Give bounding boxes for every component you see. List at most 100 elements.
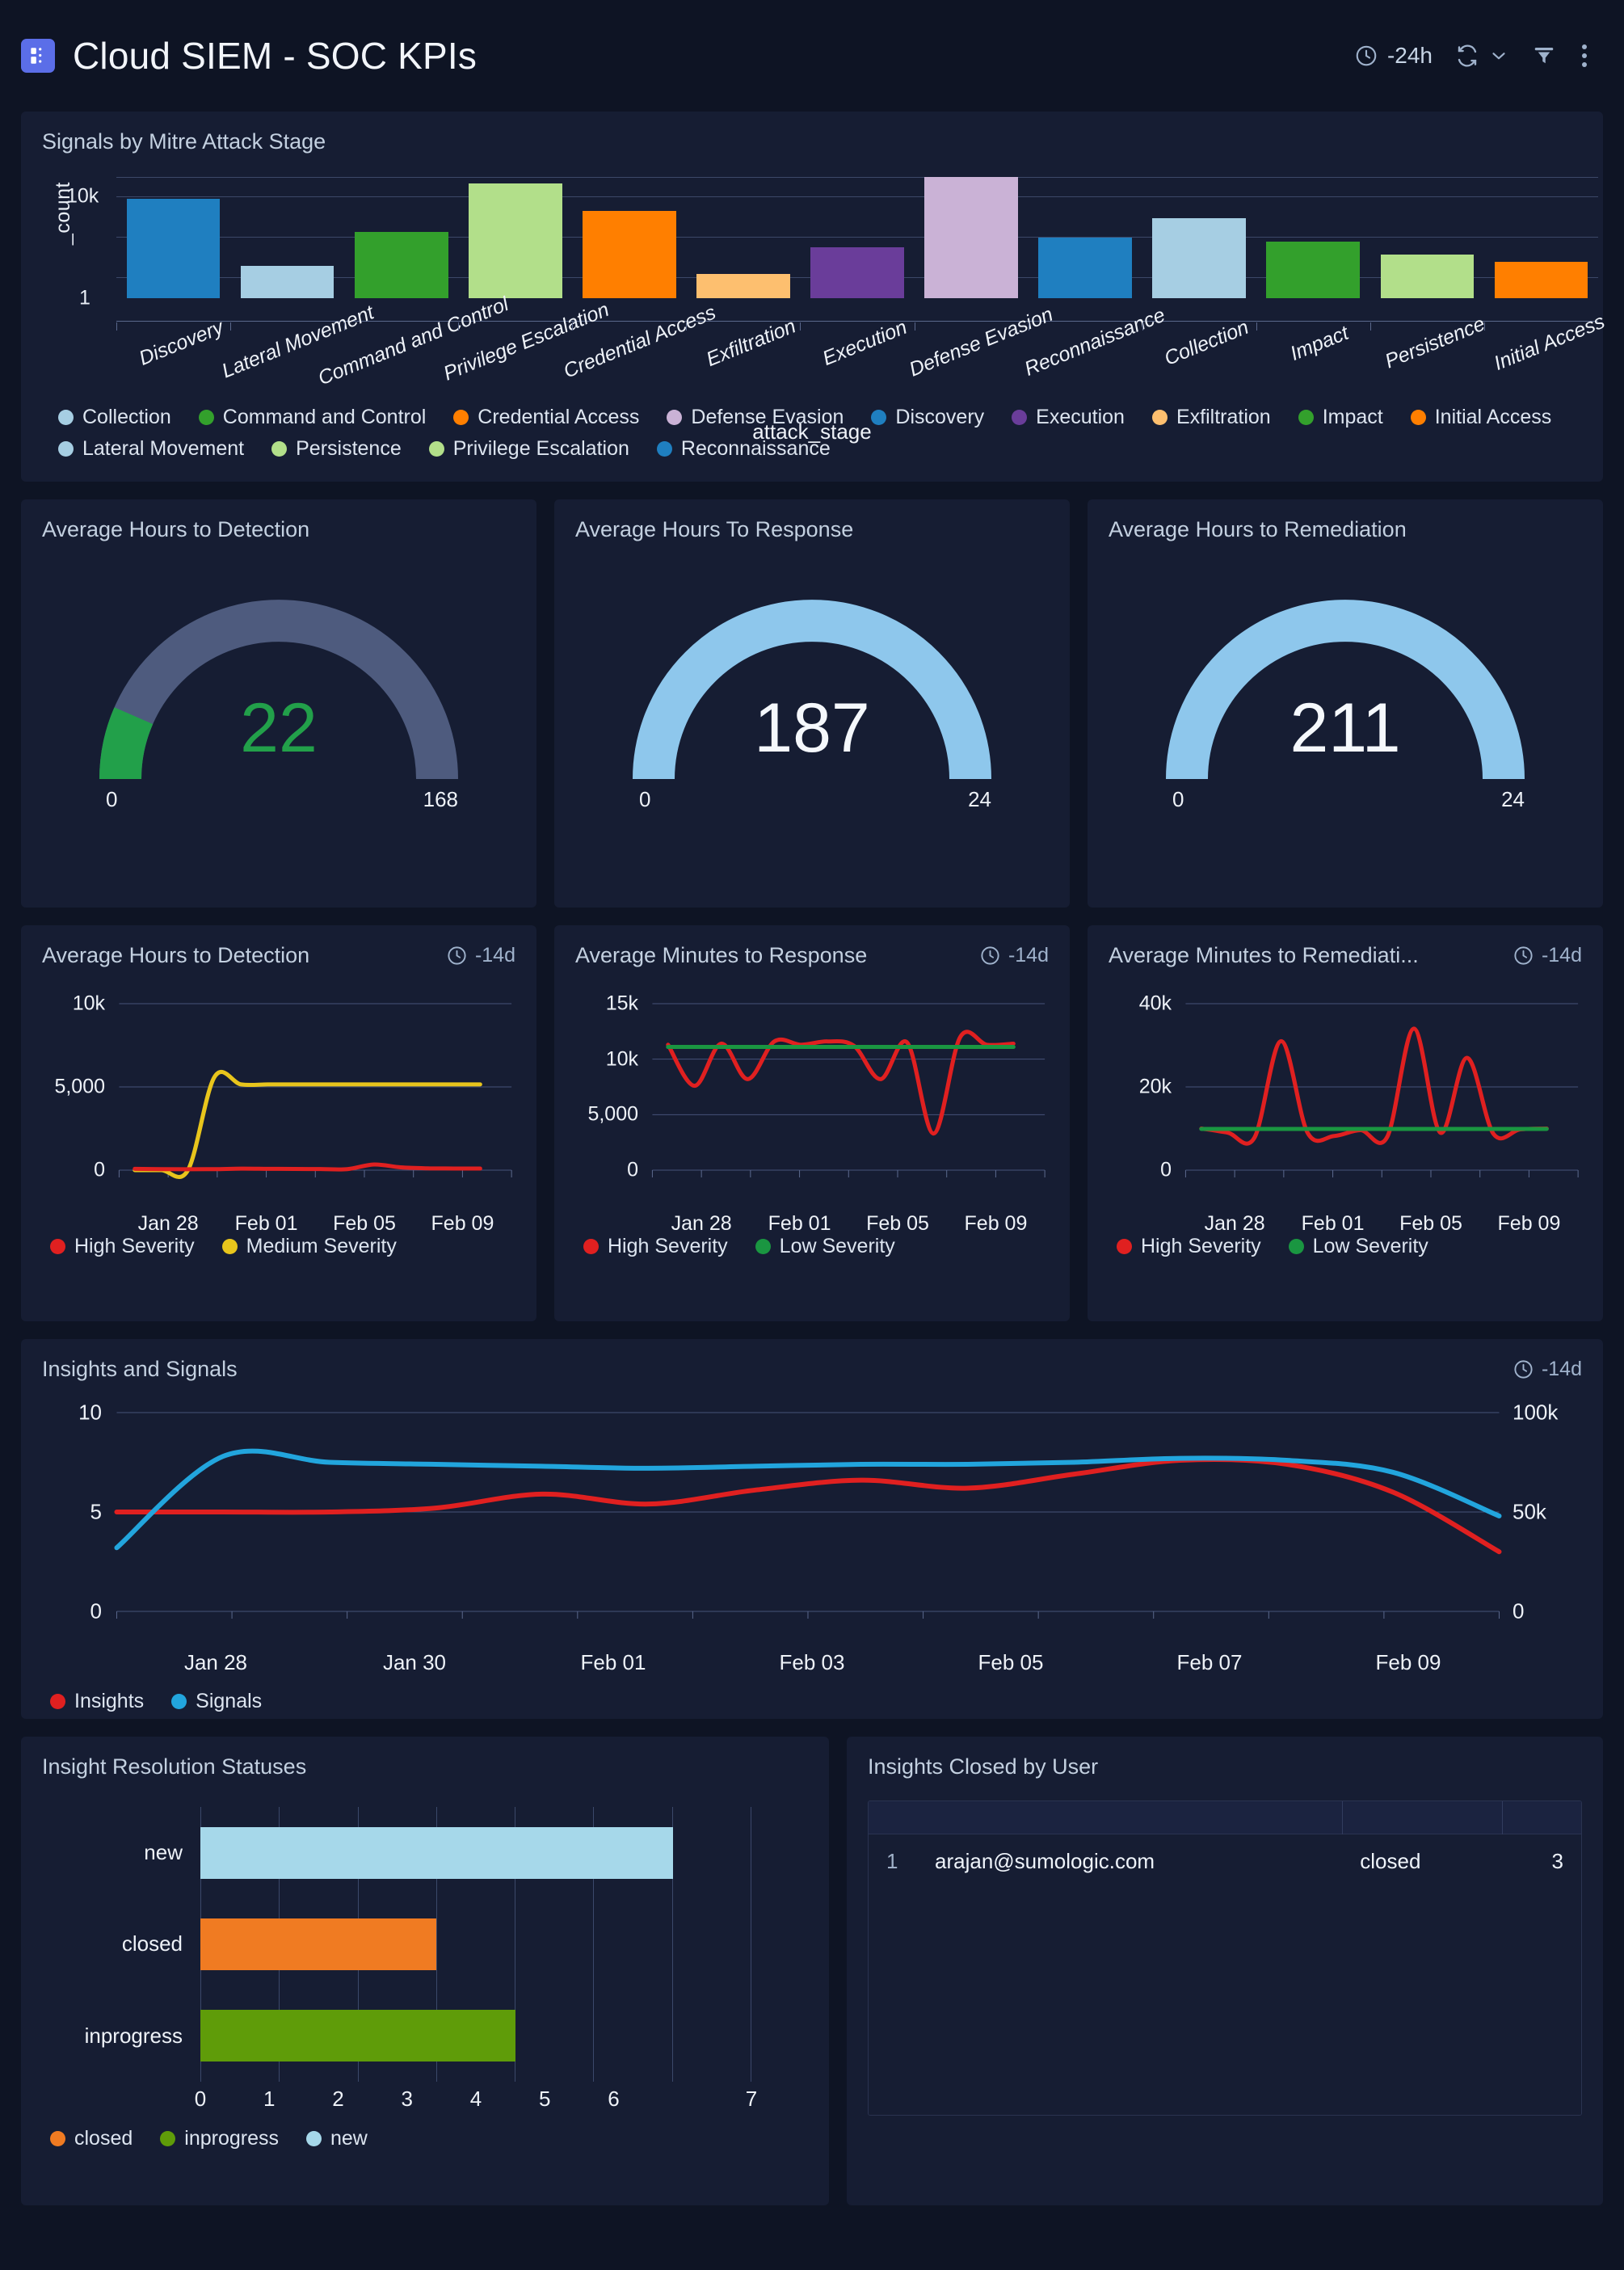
gauge-detection: 22 0 168 <box>85 579 473 811</box>
legend-item[interactable]: closed <box>50 2127 133 2150</box>
legend-label: new <box>330 2127 368 2150</box>
panel-average-hours-to-response-gauge: Average Hours To Response 187 0 24 <box>554 499 1070 908</box>
gauge-min-label: 0 <box>1172 787 1184 811</box>
y-tick-label-left: 0 <box>90 1598 102 1624</box>
legend-label: High Severity <box>608 1235 728 1257</box>
y-tick-label: 10k <box>605 1047 638 1071</box>
refresh-button[interactable] <box>1449 39 1516 73</box>
chevron-down-icon[interactable] <box>1488 45 1509 66</box>
legend-item[interactable]: Signals <box>171 1690 262 1713</box>
legend-item[interactable]: Medium Severity <box>221 1235 397 1258</box>
panel-average-minutes-to-response-line: Average Minutes to Response -14d 15k 10k 5… <box>554 925 1070 1321</box>
legend-item[interactable]: Initial Access <box>1410 406 1551 429</box>
legend-color-dot <box>871 410 887 425</box>
panel-time-range[interactable]: -14d <box>1513 1358 1582 1381</box>
bar[interactable] <box>200 2010 515 2062</box>
legend-item[interactable]: Low Severity <box>755 1235 895 1258</box>
legend-item[interactable]: inprogress <box>160 2127 279 2150</box>
legend-item[interactable]: High Severity <box>1117 1235 1261 1258</box>
bar[interactable] <box>126 199 221 298</box>
legend-item[interactable]: new <box>306 2127 368 2150</box>
legend-item[interactable]: Command and Control <box>198 406 426 429</box>
panel-title: Average Minutes to Remediati... <box>1109 943 1419 967</box>
legend-color-dot <box>171 1694 187 1709</box>
legend-item[interactable]: Execution <box>1012 406 1125 429</box>
y-tick-label: 5,000 <box>587 1102 638 1126</box>
x-tick: Reconnaissance <box>1021 304 1168 419</box>
legend-label: Medium Severity <box>246 1235 397 1257</box>
legend-color-dot <box>50 1694 65 1709</box>
legend-label: Impact <box>1322 406 1383 428</box>
x-tick-label: Feb 01 <box>234 1212 298 1235</box>
legend-label: Signals <box>196 1690 263 1712</box>
x-tick-label: 0 <box>194 2087 207 2111</box>
kebab-menu-icon[interactable] <box>1572 38 1597 74</box>
table-header-count[interactable] <box>1502 1801 1581 1834</box>
mitre-legend: Collection Command and Control Credential … <box>29 406 1595 461</box>
legend-item[interactable]: Reconnaissance <box>656 437 831 461</box>
x-tick-label: Feb 01 <box>1301 1212 1365 1235</box>
x-tick-label: Execution <box>819 315 911 370</box>
clock-icon <box>1513 1358 1534 1380</box>
x-tick-labels: Jan 28 Feb 01 Feb 05 Feb 09 <box>119 1212 511 1236</box>
filter-button[interactable] <box>1525 39 1563 73</box>
table-header-user[interactable] <box>917 1801 1343 1834</box>
closed-by-user-table: 1 arajan@sumologic.com closed 3 <box>868 1800 1582 2116</box>
panel-average-minutes-to-remediation-line: Average Minutes to Remediati... -14d 40k… <box>1088 925 1603 1321</box>
panel-title: Insight Resolution Statuses <box>42 1754 307 1779</box>
panel-time-range[interactable]: -14d <box>446 944 515 967</box>
bar[interactable] <box>200 1826 673 1879</box>
legend-item[interactable]: Discovery <box>871 406 984 429</box>
table-header-resolution[interactable] <box>1342 1801 1504 1834</box>
header-controls: -24h <box>1348 38 1597 74</box>
legend-color-dot <box>656 441 672 457</box>
legend-item[interactable]: High Severity <box>583 1235 728 1258</box>
panel-time-label: -14d <box>474 944 515 967</box>
legend-item[interactable]: Insights <box>50 1690 144 1713</box>
gauge-value: 187 <box>754 689 870 767</box>
legend-item[interactable]: Defense Evasion <box>667 406 844 429</box>
panel-average-hours-to-remediation-gauge: Average Hours to Remediation 211 0 24 <box>1088 499 1603 908</box>
panel-title: Average Hours to Remediation <box>1109 517 1407 541</box>
bar[interactable] <box>583 211 676 298</box>
legend-label: Exfiltration <box>1176 406 1271 428</box>
legend-label: High Severity <box>1141 1235 1261 1257</box>
legend-item[interactable]: Lateral Movement <box>58 437 244 461</box>
legend-item[interactable]: Impact <box>1298 406 1383 429</box>
legend-item[interactable]: Low Severity <box>1288 1235 1428 1258</box>
legend-item[interactable]: Exfiltration <box>1151 406 1271 429</box>
line-chart-response-legend: High Severity Low Severity <box>554 1235 1070 1258</box>
y-tick-label: 5,000 <box>54 1075 105 1098</box>
bar-category-label: closed <box>121 1931 183 1956</box>
x-tick-label: Feb 07 <box>1176 1650 1243 1674</box>
legend-label: Reconnaissance <box>680 437 831 460</box>
gauge-value: 22 <box>240 689 318 767</box>
bar-category-label: inprogress <box>84 2023 183 2048</box>
legend-label: Collection <box>82 406 171 428</box>
panel-time-range[interactable]: -14d <box>979 944 1049 967</box>
y-tick-label-left: 10 <box>78 1400 102 1425</box>
legend-item[interactable]: High Severity <box>50 1235 195 1258</box>
panel-time-range[interactable]: -14d <box>1513 944 1582 967</box>
panel-average-hours-to-detection-gauge: Average Hours to Detection 22 0 168 <box>21 499 536 908</box>
x-tick-label: Feb 05 <box>333 1212 396 1235</box>
time-range-label: -24h <box>1386 43 1433 68</box>
legend-item[interactable]: Collection <box>58 406 171 429</box>
x-tick-label: Initial Access <box>1491 310 1609 375</box>
table-row[interactable]: 1 arajan@sumologic.com closed 3 <box>869 1834 1581 1889</box>
series-high-severity <box>133 1162 482 1172</box>
legend-color-dot <box>221 1239 238 1254</box>
insights-x-labels: Jan 28 Jan 30 Feb 01 Feb 03 Feb 05 Feb 07 Feb … <box>21 1650 1603 1675</box>
legend-label: Execution <box>1036 406 1125 428</box>
bar[interactable] <box>200 1918 437 1970</box>
legend-color-dot <box>50 2131 65 2146</box>
legend-item[interactable]: Credential Access <box>453 406 639 429</box>
x-tick: Persistence <box>1369 313 1488 419</box>
legend-item[interactable]: Privilege Escalation <box>428 437 629 461</box>
legend-label: Privilege Escalation <box>452 437 629 460</box>
legend-color-dot <box>755 1239 771 1254</box>
x-tick: Defense Evasion <box>906 303 1056 419</box>
legend-color-dot <box>198 410 214 425</box>
legend-item[interactable]: Persistence <box>271 437 402 461</box>
time-range-picker[interactable]: -24h <box>1348 38 1439 74</box>
